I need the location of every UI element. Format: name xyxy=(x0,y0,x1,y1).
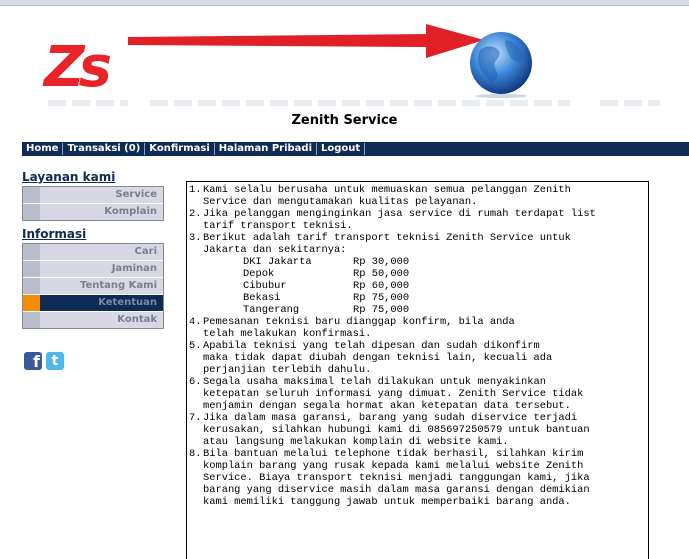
rate-row: Bekasi Rp 75,000 xyxy=(189,292,644,304)
rates-table: DKI Jakarta Rp 30,000 Depok Rp 50,000 Cibu… xyxy=(189,256,644,316)
item-text: Jika pelanggan menginginkan jasa service… xyxy=(203,208,596,232)
facebook-icon[interactable]: f xyxy=(24,352,42,371)
terms-list: 4. Pemesanan teknisi baru dianggap konfir… xyxy=(189,316,644,508)
item-text: Bila bantuan melalui telephone tidak ber… xyxy=(203,448,590,508)
list-item: 1. Kami selalu berusaha untuk memuaskan s… xyxy=(189,184,644,208)
item-number: 3. xyxy=(189,232,202,244)
rate-price: Rp 75,000 xyxy=(353,292,410,304)
list-item: 6. Segala usaha maksimal telah dilakukan … xyxy=(189,376,644,412)
item-text: Jika dalam masa garansi, barang yang sud… xyxy=(203,412,590,448)
rate-row: Tangerang Rp 75,000 xyxy=(189,304,644,316)
rate-row: Cibubur Rp 60,000 xyxy=(189,280,644,292)
rate-city: Bekasi xyxy=(243,292,281,304)
rate-city: Tangerang xyxy=(243,304,300,316)
red-arrow-icon xyxy=(128,24,484,58)
list-item: 7. Jika dalam masa garansi, barang yang s… xyxy=(189,412,644,448)
rate-row: Depok Rp 50,000 xyxy=(189,268,644,280)
sidebar-item-komplain[interactable]: Komplain xyxy=(23,204,163,220)
rate-city: Cibubur xyxy=(243,280,287,292)
menu-item-marker xyxy=(23,187,40,203)
menu-item-marker xyxy=(23,244,40,260)
item-number: 8. xyxy=(189,448,202,460)
list-item: 5. Apabila teknisi yang telah dipesan dan… xyxy=(189,340,644,376)
sidebar-item-label: Komplain xyxy=(40,204,163,220)
banner-decoration xyxy=(150,100,570,106)
list-item: 4. Pemesanan teknisi baru dianggap konfir… xyxy=(189,316,644,340)
rate-price: Rp 50,000 xyxy=(353,268,410,280)
sidebar-item-label: Tentang Kami xyxy=(40,278,163,294)
sidebar-item-label: Service xyxy=(40,187,163,203)
menu-item-marker-active xyxy=(23,295,40,311)
top-nav: Home Transaksi (0) Konfirmasi Halaman Pr… xyxy=(22,142,689,156)
sidebar-item-label: Jaminan xyxy=(40,261,163,277)
sidebar: Layanan kami Service Komplain Informasi … xyxy=(22,170,164,335)
item-number: 1. xyxy=(189,184,202,196)
menu-item-marker xyxy=(23,204,40,220)
sidebar-section-title-layanan: Layanan kami xyxy=(22,170,116,184)
globe-icon xyxy=(470,32,532,98)
item-number: 6. xyxy=(189,376,202,388)
rate-city: Depok xyxy=(243,268,275,280)
item-text: Kami selalu berusaha untuk memuaskan sem… xyxy=(203,184,571,208)
sidebar-item-label: Kontak xyxy=(40,312,163,328)
list-item: 8. Bila bantuan melalui telephone tidak b… xyxy=(189,448,644,508)
banner-decoration xyxy=(48,100,128,106)
item-number: 2. xyxy=(189,208,202,220)
sidebar-item-ketentuan[interactable]: Ketentuan xyxy=(23,295,163,312)
sidebar-item-cari[interactable]: Cari xyxy=(23,244,163,261)
menu-item-marker xyxy=(23,261,40,277)
sidebar-item-kontak[interactable]: Kontak xyxy=(23,312,163,328)
site-title: Zenith Service xyxy=(291,113,398,128)
item-text: Segala usaha maksimal telah dilakukan un… xyxy=(203,376,584,412)
nav-transaksi[interactable]: Transaksi (0) xyxy=(63,143,146,155)
terms-list: 1. Kami selalu berusaha untuk memuaskan s… xyxy=(189,184,644,256)
list-item: 2. Jika pelanggan menginginkan jasa servi… xyxy=(189,208,644,232)
header-banner: Zs Zenith Service xyxy=(0,6,689,140)
item-text: Apabila teknisi yang telah dipesan dan s… xyxy=(203,340,553,376)
layanan-menu: Service Komplain xyxy=(22,186,164,221)
menu-item-marker xyxy=(23,278,40,294)
sidebar-item-tentang-kami[interactable]: Tentang Kami xyxy=(23,278,163,295)
sidebar-item-label: Cari xyxy=(40,244,163,260)
nav-home[interactable]: Home xyxy=(22,143,64,155)
menu-item-marker xyxy=(23,312,40,328)
sidebar-item-jaminan[interactable]: Jaminan xyxy=(23,261,163,278)
sidebar-item-label: Ketentuan xyxy=(40,295,163,311)
rate-row: DKI Jakarta Rp 30,000 xyxy=(189,256,644,268)
nav-logout[interactable]: Logout xyxy=(317,143,366,155)
nav-konfirmasi[interactable]: Konfirmasi xyxy=(145,143,215,155)
item-number: 4. xyxy=(189,316,202,328)
rate-price: Rp 60,000 xyxy=(353,280,410,292)
sidebar-section-title-informasi: Informasi xyxy=(22,227,87,241)
rate-price: Rp 75,000 xyxy=(353,304,410,316)
zs-logo[interactable]: Zs xyxy=(44,40,112,96)
item-number: 5. xyxy=(189,340,202,352)
twitter-icon[interactable]: t xyxy=(46,352,64,370)
item-number: 7. xyxy=(189,412,202,424)
terms-content: 1. Kami selalu berusaha untuk memuaskan s… xyxy=(186,181,649,559)
banner-decoration xyxy=(600,100,660,106)
informasi-menu: Cari Jaminan Tentang Kami Ketentuan Kont… xyxy=(22,243,164,329)
item-text: Pemesanan teknisi baru dianggap konfirm,… xyxy=(203,316,515,340)
sidebar-item-service[interactable]: Service xyxy=(23,187,163,204)
nav-halaman-pribadi[interactable]: Halaman Pribadi xyxy=(215,143,318,155)
rate-city: DKI Jakarta xyxy=(243,256,312,268)
list-item: 3. Berikut adalah tarif transport teknisi… xyxy=(189,232,644,256)
rate-price: Rp 30,000 xyxy=(353,256,410,268)
item-text: Berikut adalah tarif transport teknisi Z… xyxy=(203,232,571,256)
social-links: f t xyxy=(24,352,64,371)
